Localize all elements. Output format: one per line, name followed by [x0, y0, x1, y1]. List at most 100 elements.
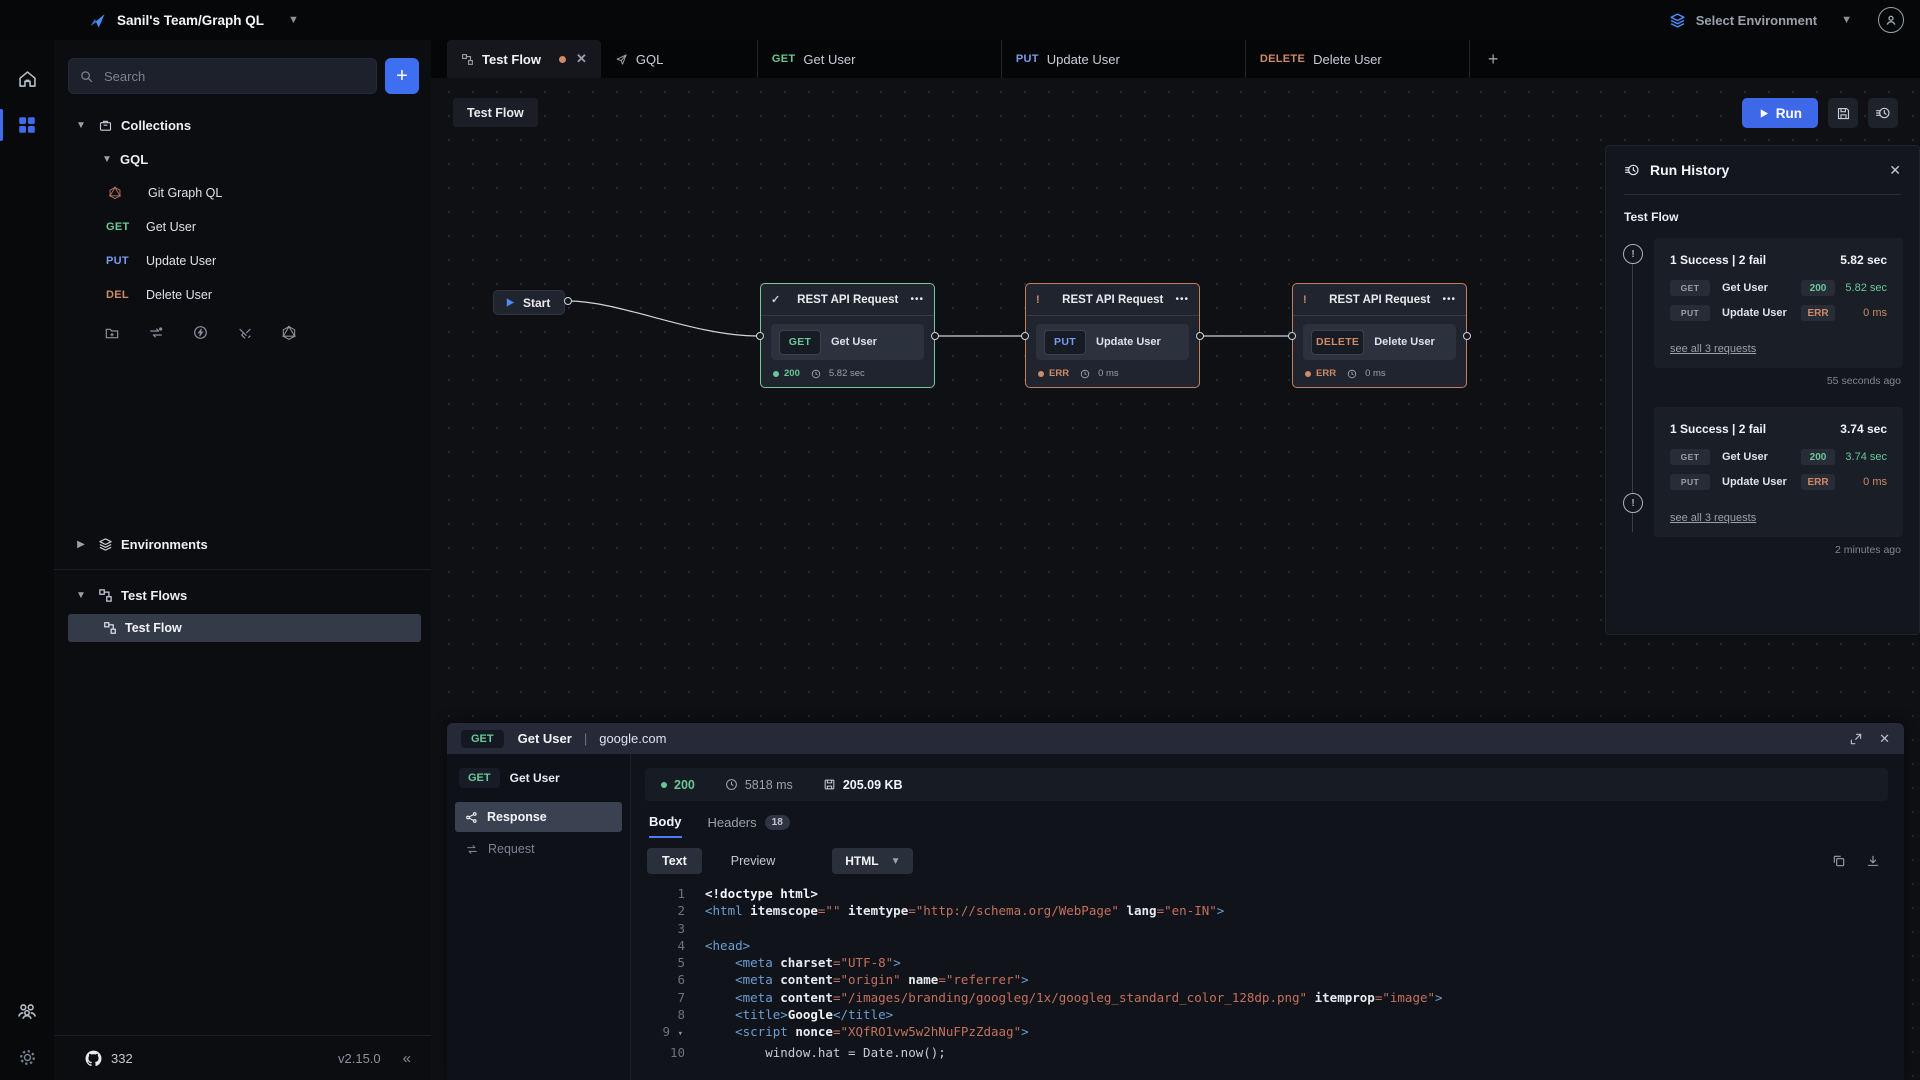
run-history-button[interactable] [1868, 98, 1898, 128]
view-text-button[interactable]: Text [647, 848, 702, 874]
sidebar-request-item[interactable]: GETGet User [54, 210, 431, 244]
status-dot [1305, 371, 1311, 377]
edge-handle[interactable] [756, 332, 764, 340]
workspace-nav-icon[interactable] [0, 102, 54, 148]
run-history-close-icon[interactable]: ✕ [1889, 162, 1901, 179]
node-more-icon[interactable]: ••• [1442, 294, 1456, 305]
test-flows-label: Test Flows [121, 588, 187, 603]
sidebar-request-item[interactable]: DELDelete User [54, 278, 431, 312]
tab-headers[interactable]: Headers18 [708, 815, 790, 837]
download-icon[interactable] [1866, 854, 1880, 868]
add-button[interactable]: + [385, 58, 419, 94]
sidebar-item-test-flow[interactable]: Test Flow [68, 614, 421, 642]
workspace-chevron-down-icon[interactable]: ▼ [288, 14, 299, 26]
topbar-right: Select Environment ▼ [1669, 7, 1920, 33]
rest-api-node-delete[interactable]: !REST API Request•••DELETEDelete UserERR… [1292, 283, 1467, 388]
sidebar-search-row: + [54, 40, 431, 108]
line-number: 2 [645, 902, 691, 919]
run-entry-card[interactable]: 1 Success | 2 fail3.74 secGETGet User200… [1654, 407, 1903, 537]
edge-handle[interactable] [564, 297, 572, 305]
node-header: !REST API Request••• [1026, 284, 1199, 316]
copy-icon[interactable] [1832, 854, 1846, 868]
sidebar-collapse-icon[interactable]: « [403, 1050, 411, 1067]
tab-gql[interactable]: GQL [601, 40, 758, 78]
settings-gear-icon[interactable] [0, 1034, 54, 1080]
node-time: 5.82 sec [829, 368, 865, 379]
graphql-icon[interactable] [281, 325, 297, 341]
search-input[interactable] [102, 68, 366, 85]
flow-icon [461, 53, 474, 66]
edge-handle[interactable] [1196, 332, 1204, 340]
save-floppy-icon [1836, 106, 1851, 121]
rest-api-node-get[interactable]: ✓REST API Request•••GETGet User2005.82 s… [760, 283, 935, 388]
user-avatar[interactable] [1878, 7, 1904, 33]
see-all-requests-link[interactable]: see all 3 requests [1670, 512, 1756, 524]
node-method-badge: DELETE [1311, 330, 1364, 355]
main-area: Test Flow✕GQLGETGet UserPUTUpdate UserDE… [431, 40, 1920, 1080]
folder-gql[interactable]: ▼ GQL [54, 142, 431, 176]
socketio-icon[interactable] [192, 324, 209, 341]
edge-handle[interactable] [931, 332, 939, 340]
tab-body[interactable]: Body [649, 814, 682, 838]
nav-item-request[interactable]: Request [455, 834, 622, 864]
websocket-icon[interactable] [236, 325, 254, 341]
environment-chevron-down-icon[interactable]: ▼ [1841, 14, 1852, 26]
github-icon[interactable] [84, 1049, 103, 1068]
run-total-time: 5.82 sec [1840, 253, 1887, 267]
node-request[interactable]: DELETEDelete User [1303, 324, 1456, 360]
edge-handle[interactable] [1463, 332, 1471, 340]
request-name-label: Git Graph QL [148, 186, 222, 200]
view-preview-button[interactable]: Preview [716, 848, 790, 874]
code-text [691, 920, 705, 937]
tab-close-icon[interactable]: ✕ [576, 51, 587, 67]
node-more-icon[interactable]: ••• [1175, 294, 1189, 305]
test-flows-caret-down-icon[interactable]: ▼ [74, 590, 88, 601]
flow-canvas[interactable]: Test Flow Run Start [431, 78, 1920, 1080]
gql-caret-down-icon[interactable]: ▼ [100, 154, 114, 165]
test-flow-item-label: Test Flow [125, 621, 182, 635]
new-folder-icon[interactable] [104, 325, 120, 341]
expand-panel-icon[interactable] [1849, 731, 1863, 747]
environments-header[interactable]: ▶ Environments [54, 527, 431, 561]
response-size: 205.09 KB [843, 778, 903, 792]
see-all-requests-link[interactable]: see all 3 requests [1670, 343, 1756, 355]
test-flows-header[interactable]: ▼ Test Flows [54, 578, 431, 612]
import-request-icon[interactable] [147, 325, 165, 341]
edge-handle[interactable] [1021, 332, 1029, 340]
tab-test-flow[interactable]: Test Flow✕ [447, 40, 601, 78]
edge-handle[interactable] [1288, 332, 1296, 340]
node-request[interactable]: GETGet User [771, 324, 924, 360]
start-node[interactable]: Start [493, 290, 565, 315]
node-request[interactable]: PUTUpdate User [1036, 324, 1189, 360]
tab-delete-user[interactable]: DELETEDelete User [1246, 40, 1470, 78]
community-nav-icon[interactable] [0, 988, 54, 1034]
line-number: 5 [645, 954, 691, 971]
workspace-switcher[interactable]: Sanil's Team/Graph QL ▼ [0, 11, 299, 30]
timeline-run-marker[interactable]: ! [1623, 493, 1643, 513]
collections-header[interactable]: ▼ Collections [54, 108, 431, 142]
timeline-run-marker[interactable]: ! [1623, 244, 1643, 264]
run-button[interactable]: Run [1742, 98, 1818, 128]
run-entry-card[interactable]: 1 Success | 2 fail5.82 secGETGet User200… [1654, 238, 1903, 368]
environments-caret-right-icon[interactable]: ▶ [74, 539, 88, 550]
home-nav-icon[interactable] [0, 56, 54, 102]
tab-get-user[interactable]: GETGet User [758, 40, 1002, 78]
tab-update-user[interactable]: PUTUpdate User [1002, 40, 1246, 78]
sidebar-request-item[interactable]: Git Graph QL [54, 176, 431, 210]
tab-label: Update User [1047, 52, 1120, 67]
node-status: ERR [1316, 368, 1336, 379]
unsaved-dot-icon [559, 56, 566, 63]
response-body-code[interactable]: 1<!doctype html>2<html itemscope="" item… [645, 885, 1888, 1080]
sidebar-request-item[interactable]: PUTUpdate User [54, 244, 431, 278]
select-environment-label[interactable]: Select Environment [1696, 13, 1817, 28]
fold-caret-icon[interactable]: ▾ [678, 1029, 683, 1039]
format-select[interactable]: HTML ▼ [832, 848, 913, 874]
new-tab-button[interactable]: + [1470, 40, 1517, 78]
save-button[interactable] [1828, 98, 1858, 128]
nav-item-response[interactable]: Response [455, 802, 622, 832]
close-panel-icon[interactable]: ✕ [1879, 731, 1890, 747]
collections-caret-down-icon[interactable]: ▼ [74, 120, 88, 131]
search-box[interactable] [68, 58, 377, 94]
node-more-icon[interactable]: ••• [910, 294, 924, 305]
rest-api-node-put[interactable]: !REST API Request•••PUTUpdate UserERR0 m… [1025, 283, 1200, 388]
